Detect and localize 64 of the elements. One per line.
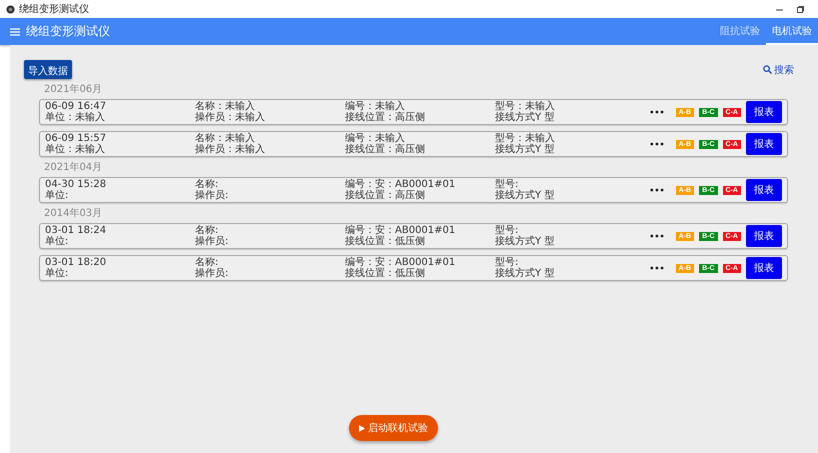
- model-label: 型号:: [495, 225, 518, 236]
- operator-label: 操作员：未输入: [195, 144, 266, 155]
- wiring-label: 接线方式Y 型: [495, 190, 556, 201]
- name-label: 名称:: [195, 225, 220, 236]
- code-label: 编号：未输入: [345, 101, 406, 112]
- unit-label: 单位:: [45, 268, 70, 279]
- code-label: 编号：安：AB0001#01: [345, 225, 456, 236]
- position-label: 接线位置：低压侧: [345, 268, 426, 279]
- month-header: 2021年04月: [44, 162, 104, 174]
- position-label: 接线位置：低压侧: [345, 236, 426, 247]
- name-label: 名称：未输入: [195, 133, 255, 144]
- unit-label: 单位:: [45, 236, 70, 247]
- wiring-label: 接线方式Y 型: [495, 268, 556, 279]
- record-time: 06-09 16:47: [45, 101, 108, 112]
- model-label: 型号：未输入: [495, 133, 556, 144]
- wiring-label: 接线方式Y 型: [495, 112, 556, 123]
- code-label: 编号：未输入: [345, 133, 406, 144]
- month-header: 2021年06月: [44, 84, 104, 96]
- play-icon: [359, 424, 365, 432]
- model-label: 型号:: [495, 179, 518, 190]
- report-button[interactable]: 报表: [746, 179, 782, 201]
- start-test-button[interactable]: 启动联机试验: [349, 415, 438, 441]
- record-time: 04-30 15:28: [45, 179, 108, 190]
- unit-label: 单位：未输入: [45, 112, 106, 123]
- more-button[interactable]: •••: [649, 232, 665, 240]
- menu-icon[interactable]: [10, 28, 20, 36]
- record-time: 03-01 18:20: [45, 257, 108, 268]
- more-button[interactable]: •••: [649, 108, 665, 116]
- month-header: 2014年03月: [44, 208, 104, 220]
- report-button[interactable]: 报表: [746, 225, 782, 247]
- unit-label: 单位:: [45, 190, 70, 201]
- operator-label: 操作员:: [195, 268, 230, 279]
- name-label: 名称：未输入: [195, 101, 255, 112]
- code-label: 编号：安：AB0001#01: [345, 257, 456, 268]
- position-label: 接线位置：高压侧: [345, 190, 426, 201]
- operator-label: 操作员:: [195, 236, 230, 247]
- position-label: 接线位置：高压侧: [345, 144, 426, 155]
- record-time: 03-01 18:24: [45, 225, 108, 236]
- search-button[interactable]: 搜索: [757, 62, 800, 78]
- report-button[interactable]: 报表: [746, 133, 782, 155]
- wiring-label: 接线方式Y 型: [495, 236, 556, 247]
- nav-tab[interactable]: 阻抗试验: [714, 18, 766, 45]
- window-title: 绕组变形测试仪: [19, 2, 89, 16]
- position-label: 接线位置：高压侧: [345, 112, 426, 123]
- name-label: 名称:: [195, 257, 220, 268]
- report-button[interactable]: 报表: [746, 101, 782, 123]
- operator-label: 操作员:: [195, 190, 230, 201]
- wiring-label: 接线方式Y 型: [495, 144, 556, 155]
- restore-icon[interactable]: [797, 6, 804, 12]
- model-label: 型号:: [495, 257, 518, 268]
- operator-label: 操作员：未输入: [195, 112, 266, 123]
- more-button[interactable]: •••: [649, 186, 665, 194]
- more-button[interactable]: •••: [649, 264, 665, 272]
- app-title: 绕组变形测试仪: [26, 23, 110, 40]
- report-button[interactable]: 报表: [746, 257, 782, 279]
- unit-label: 单位：未输入: [45, 144, 106, 155]
- search-icon: [763, 65, 772, 74]
- model-label: 型号：未输入: [495, 101, 556, 112]
- record-time: 06-09 15:57: [45, 133, 108, 144]
- code-label: 编号：安：AB0001#01: [345, 179, 456, 190]
- import-button[interactable]: 导入数据: [24, 60, 72, 79]
- more-button[interactable]: •••: [649, 140, 665, 148]
- name-label: 名称:: [195, 179, 220, 190]
- app-logo-icon: [6, 4, 15, 14]
